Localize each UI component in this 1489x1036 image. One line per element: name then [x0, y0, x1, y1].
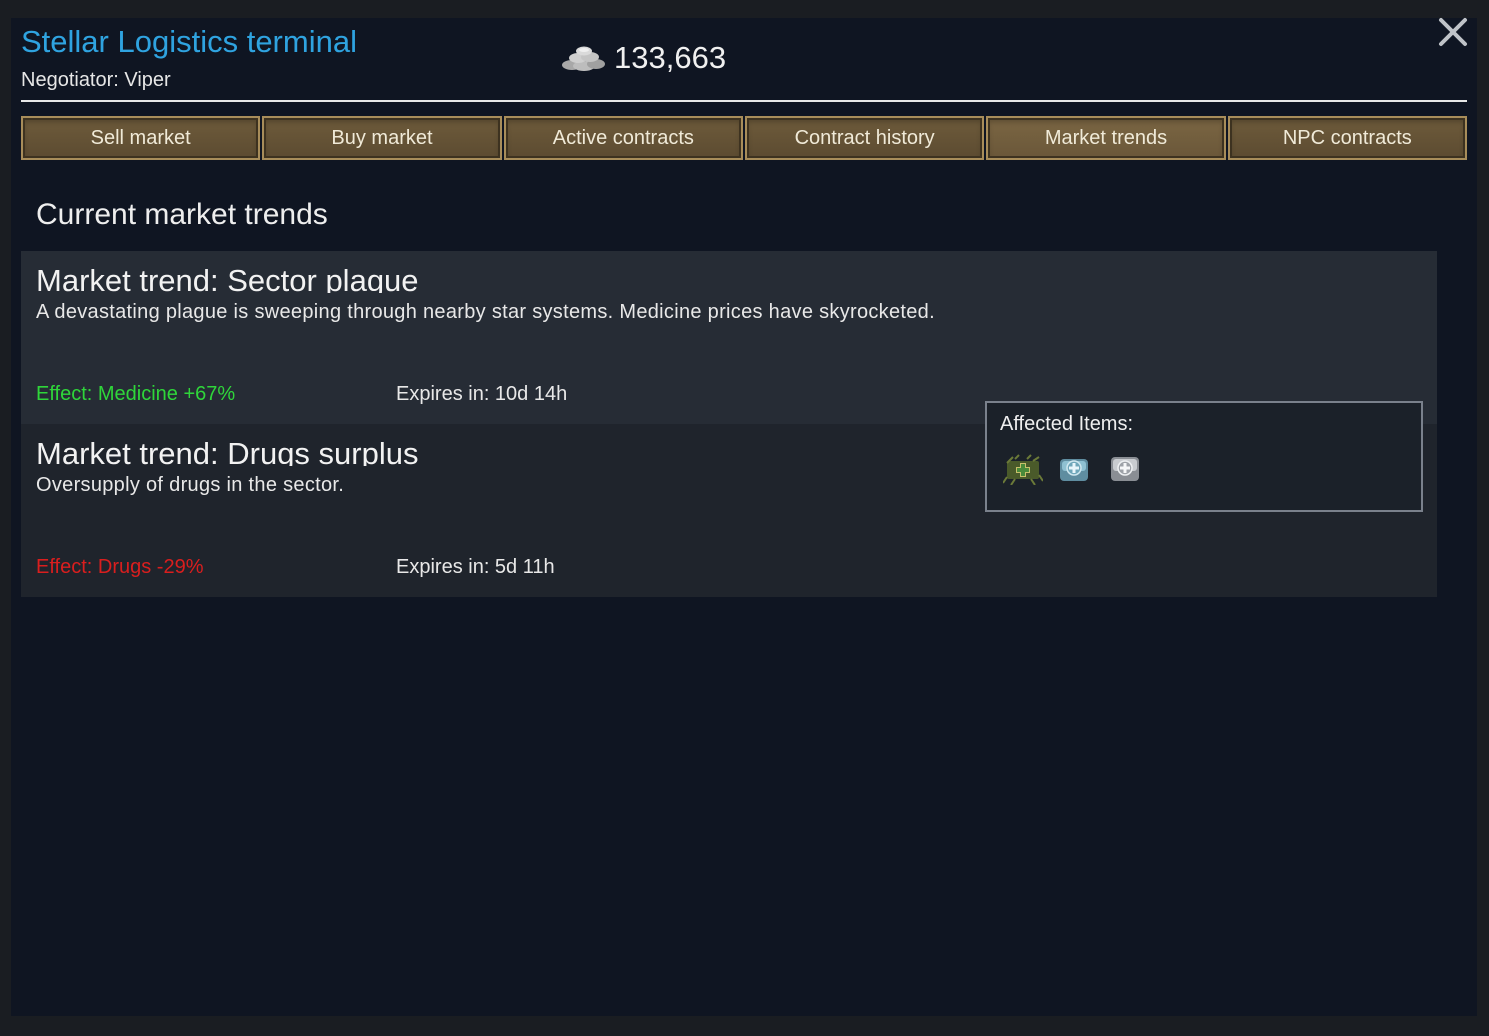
trend-description: A devastating plague is sweeping through… [36, 301, 935, 323]
herbal-medicine-icon [1003, 454, 1043, 485]
trend-expires: Expires in: 10d 14h [396, 383, 568, 405]
trend-title: Market trend: Drugs surplus [36, 436, 419, 466]
tab-market-trends[interactable]: Market trends [986, 116, 1226, 160]
section-title: Current market trends [36, 198, 328, 231]
trend-description: Oversupply of drugs in the sector. [36, 474, 345, 496]
trend-effect: Effect: Medicine +67% [36, 383, 236, 405]
trend-row-sector-plague[interactable]: Market trend: Sector plague A devastatin… [21, 251, 1437, 424]
trend-title: Market trend: Sector plague [36, 263, 419, 293]
header-divider [21, 100, 1467, 102]
glitterworld-medicine-icon [1111, 457, 1139, 481]
tab-npc-contracts[interactable]: NPC contracts [1227, 116, 1467, 160]
silver-coins-icon [562, 46, 605, 71]
tab-bar: Sell market Buy market Active contracts … [21, 116, 1467, 162]
tooltip-title: Affected Items: [1000, 413, 1134, 435]
tab-buy-market[interactable]: Buy market [262, 116, 502, 160]
industrial-medicine-icon [1060, 459, 1088, 481]
silver-balance: 133,663 [560, 38, 726, 78]
tab-sell-market[interactable]: Sell market [21, 116, 261, 160]
close-icon[interactable] [1433, 14, 1473, 54]
affected-items-list [1003, 453, 1156, 485]
tab-contract-history[interactable]: Contract history [744, 116, 985, 160]
negotiator-label: Negotiator: Viper [21, 69, 171, 91]
affected-items-tooltip: Affected Items: [985, 401, 1423, 512]
trend-expires: Expires in: 5d 11h [396, 556, 555, 578]
trend-effect: Effect: Drugs -29% [36, 556, 204, 578]
trade-window: Stellar Logistics terminal Negotiator: V… [0, 0, 1489, 1036]
tab-active-contracts[interactable]: Active contracts [503, 116, 743, 160]
trader-title: Stellar Logistics terminal [21, 24, 357, 59]
silver-amount: 133,663 [614, 40, 727, 75]
